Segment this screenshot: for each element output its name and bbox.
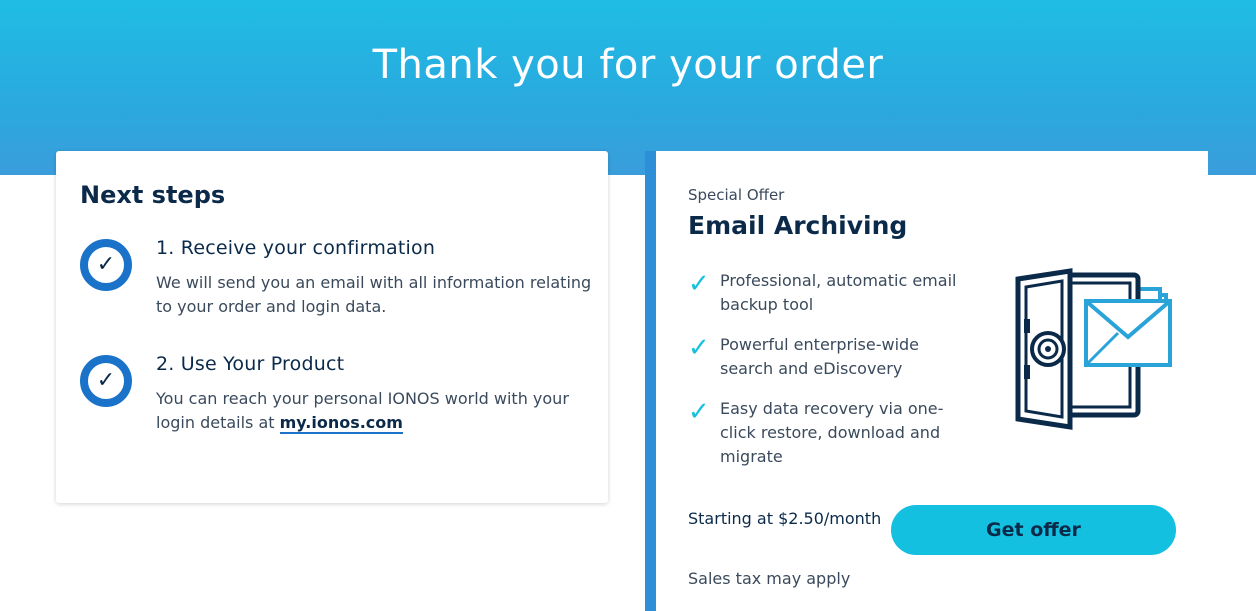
offer-title: Email Archiving [688,211,908,240]
feature-text: Professional, automatic email backup too… [720,271,957,314]
safe-with-envelopes-icon [1015,268,1172,430]
next-steps-card: Next steps ✓ 1. Receive your confirmatio… [56,151,608,503]
offer-label: Special Offer [688,186,785,204]
checkmark-icon: ✓ [688,333,710,363]
next-steps-heading: Next steps [80,181,226,209]
get-offer-button[interactable]: Get offer [891,505,1176,555]
step-description: You can reach your personal IONOS world … [156,389,569,434]
ionos-link[interactable]: my.ionos.com [279,413,403,434]
checkmark-icon: ✓ [688,397,710,427]
page-title: Thank you for your order [372,42,884,88]
step-description: We will send you an email with all infor… [156,273,592,316]
check-circle-icon: ✓ [80,239,132,291]
check-circle-icon: ✓ [80,355,132,407]
offer-price: Starting at $2.50/month [688,509,882,528]
feature-text: Powerful enterprise-wide search and eDis… [720,335,920,378]
hero-banner: Thank you for your order [0,0,1256,175]
step-title: 1. Receive your confirmation [156,237,436,259]
special-offer-card: Special Offer Email Archiving ✓ Professi… [645,151,1208,611]
tax-note: Sales tax may apply [688,569,851,588]
step-title: 2. Use Your Product [156,353,345,375]
feature-text: Easy data recovery via one-click restore… [720,399,944,466]
checkmark-icon: ✓ [688,269,710,299]
